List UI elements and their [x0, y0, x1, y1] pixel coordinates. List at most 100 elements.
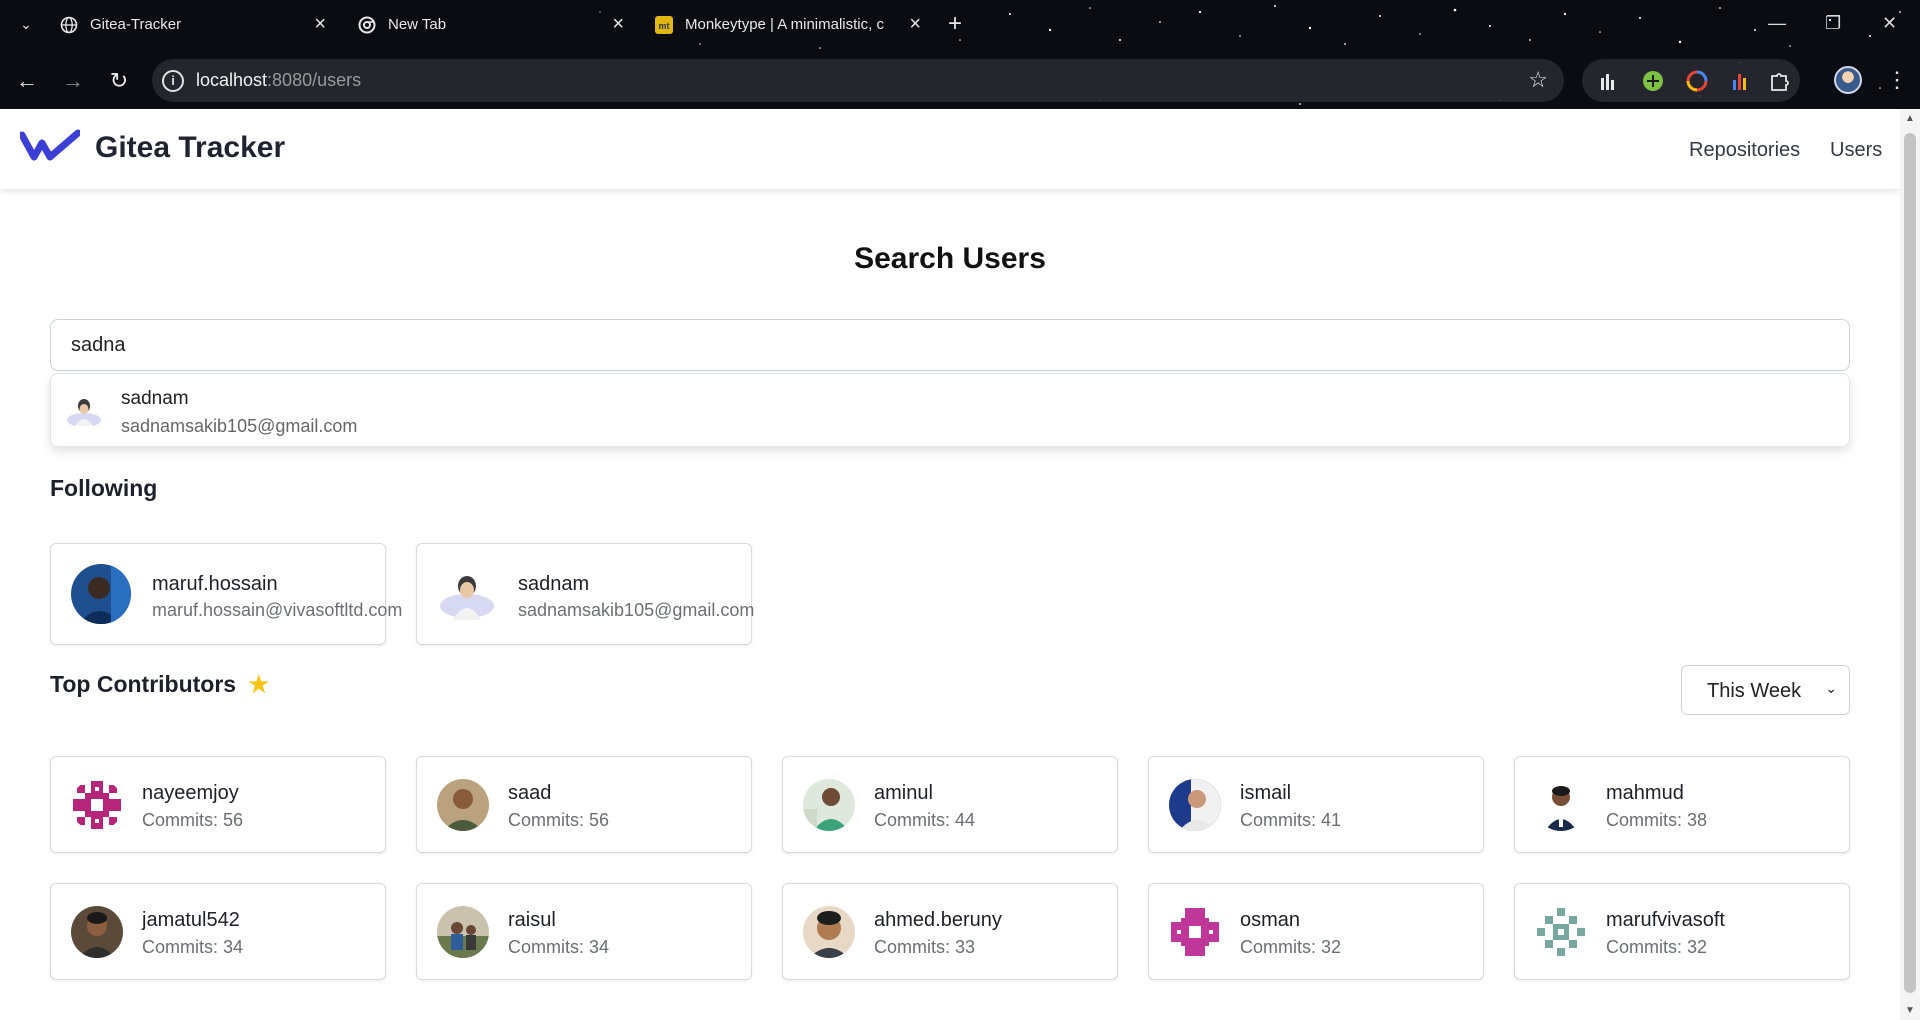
contributor-card[interactable]: osman Commits: 32: [1148, 883, 1484, 980]
contributor-card[interactable]: ahmed.beruny Commits: 33: [782, 883, 1118, 980]
restore-icon[interactable]: ❐: [1825, 10, 1841, 36]
contributor-name: ahmed.beruny: [874, 909, 1002, 931]
search-suggestion-item[interactable]: sadnam sadnamsakib105@gmail.com: [50, 373, 1850, 447]
scroll-down-arrow-icon[interactable]: ▼: [1905, 1005, 1915, 1016]
tab-title: Monkeytype | A minimalistic, cu: [685, 16, 885, 33]
contributor-card[interactable]: raisul Commits: 34: [416, 883, 752, 980]
contributor-name: ismail: [1240, 782, 1292, 804]
window-close-icon[interactable]: ✕: [1882, 10, 1897, 36]
avatar: [67, 399, 101, 426]
contributor-name: marufvivasoft: [1606, 909, 1725, 931]
reload-icon[interactable]: ↻: [104, 66, 134, 96]
globe-icon: [60, 16, 78, 34]
avatar: [1169, 779, 1221, 831]
contributor-commits: Commits: 56: [508, 810, 610, 830]
avatar: [71, 906, 123, 958]
contributor-name: nayeemjoy: [142, 782, 239, 804]
forward-arrow-icon[interactable]: →: [58, 66, 88, 96]
contributor-commits: Commits: 56: [142, 810, 244, 830]
tab-strip: ⌄ Gitea-Tracker × New Tab × mt Monkeytyp…: [0, 0, 1920, 50]
gitea-tracker-logo[interactable]: [20, 129, 80, 161]
following-name: sadnam: [518, 573, 590, 595]
tab-close-icon[interactable]: ×: [909, 12, 921, 36]
browser-menu-icon[interactable]: ⋮: [1886, 66, 1908, 94]
browser-toolbar: ← → ↻ i localhost:8080/users ☆ ⋮: [0, 56, 1920, 106]
nav-link-repositories[interactable]: Repositories: [1689, 139, 1800, 162]
nav-link-users[interactable]: Users: [1830, 139, 1882, 162]
avatar: [1535, 906, 1587, 958]
bar-chart-extension-icon[interactable]: [1598, 70, 1620, 92]
bookmark-star-icon[interactable]: ☆: [1528, 67, 1548, 93]
avatar: [1535, 779, 1587, 831]
contributor-commits: Commits: 32: [1606, 937, 1708, 957]
following-name: maruf.hossain: [152, 573, 278, 595]
avatar: [71, 779, 123, 831]
avatar: [71, 564, 131, 624]
following-title: Following: [50, 475, 158, 501]
tab-monkeytype[interactable]: mt Monkeytype | A minimalistic, cu ×: [645, 8, 935, 42]
scroll-up-arrow-icon[interactable]: ▲: [1905, 113, 1915, 124]
period-select-value: This Week: [1707, 680, 1802, 702]
tab-close-icon[interactable]: ×: [314, 12, 326, 36]
contributor-card[interactable]: jamatul542 Commits: 34: [50, 883, 386, 980]
suggestion-email: sadnamsakib105@gmail.com: [121, 416, 358, 436]
tab-title: New Tab: [388, 16, 447, 33]
browser-chrome: ⌄ Gitea-Tracker × New Tab × mt Monkeytyp…: [0, 0, 1920, 109]
contributor-card[interactable]: ismail Commits: 41: [1148, 756, 1484, 853]
scrollbar-thumb[interactable]: [1904, 133, 1916, 993]
stats-extension-icon[interactable]: [1730, 70, 1752, 92]
avatar: [437, 779, 489, 831]
svg-text:mt: mt: [659, 21, 670, 31]
suggestion-name: sadnam: [121, 388, 189, 409]
contributor-card[interactable]: nayeemjoy Commits: 56: [50, 756, 386, 853]
site-info-icon[interactable]: i: [162, 70, 184, 92]
contributor-card[interactable]: marufvivasoft Commits: 32: [1514, 883, 1850, 980]
extensions-area: [1582, 59, 1800, 102]
add-extension-icon[interactable]: [1642, 70, 1664, 92]
app-header: Gitea Tracker Repositories Users: [0, 109, 1900, 189]
page-scrollbar[interactable]: ▲ ▼: [1900, 109, 1920, 1020]
contributor-commits: Commits: 41: [1240, 810, 1342, 830]
contributor-card[interactable]: aminul Commits: 44: [782, 756, 1118, 853]
url-host: localhost: [196, 70, 268, 90]
contributor-commits: Commits: 34: [142, 937, 244, 957]
contributor-commits: Commits: 33: [874, 937, 976, 957]
avatar: [803, 779, 855, 831]
minimize-icon[interactable]: —: [1768, 10, 1786, 36]
extensions-puzzle-icon[interactable]: [1768, 70, 1790, 92]
period-select[interactable]: This Week ⌄: [1681, 665, 1850, 715]
user-search-input[interactable]: [50, 319, 1850, 371]
tab-new-tab[interactable]: New Tab ×: [348, 8, 638, 42]
new-tab-plus-icon[interactable]: +: [948, 10, 962, 38]
following-card[interactable]: maruf.hossain maruf.hossain@vivasoftltd.…: [50, 543, 402, 645]
following-email: sadnamsakib105@gmail.com: [518, 600, 755, 620]
star-icon: ★: [248, 671, 270, 697]
profile-avatar[interactable]: [1834, 66, 1862, 94]
tab-gitea-tracker[interactable]: Gitea-Tracker ×: [50, 8, 340, 42]
address-bar[interactable]: i localhost:8080/users ☆: [152, 59, 1564, 102]
contributor-commits: Commits: 32: [1240, 937, 1342, 957]
contributor-card[interactable]: mahmud Commits: 38: [1514, 756, 1850, 853]
top-contributors-title: Top Contributors ★: [50, 671, 269, 698]
url-path: :8080/users: [267, 70, 362, 90]
page-title: Search Users: [854, 242, 1046, 275]
app-brand[interactable]: Gitea Tracker: [95, 131, 285, 165]
following-email: maruf.hossain@vivasoftltd.com: [152, 600, 403, 620]
tab-title: Gitea-Tracker: [90, 16, 182, 33]
avatar: [803, 906, 855, 958]
back-arrow-icon[interactable]: ←: [12, 66, 42, 96]
avatar: [1169, 906, 1221, 958]
chrome-icon: [358, 16, 376, 34]
contributor-name: mahmud: [1606, 782, 1684, 804]
contributor-name: saad: [508, 782, 552, 804]
following-card[interactable]: sadnam sadnamsakib105@gmail.com: [416, 543, 755, 645]
monkeytype-icon: mt: [655, 16, 673, 34]
page: Gitea Tracker Repositories Users Search …: [0, 109, 1900, 1020]
tab-search-chevron-icon[interactable]: ⌄: [14, 12, 38, 36]
color-picker-extension-icon[interactable]: [1686, 70, 1708, 92]
tab-close-icon[interactable]: ×: [612, 12, 624, 36]
contributor-card[interactable]: saad Commits: 56: [416, 756, 752, 853]
contributor-commits: Commits: 44: [874, 810, 976, 830]
contributor-name: osman: [1240, 909, 1301, 931]
contributor-name: raisul: [508, 909, 556, 931]
